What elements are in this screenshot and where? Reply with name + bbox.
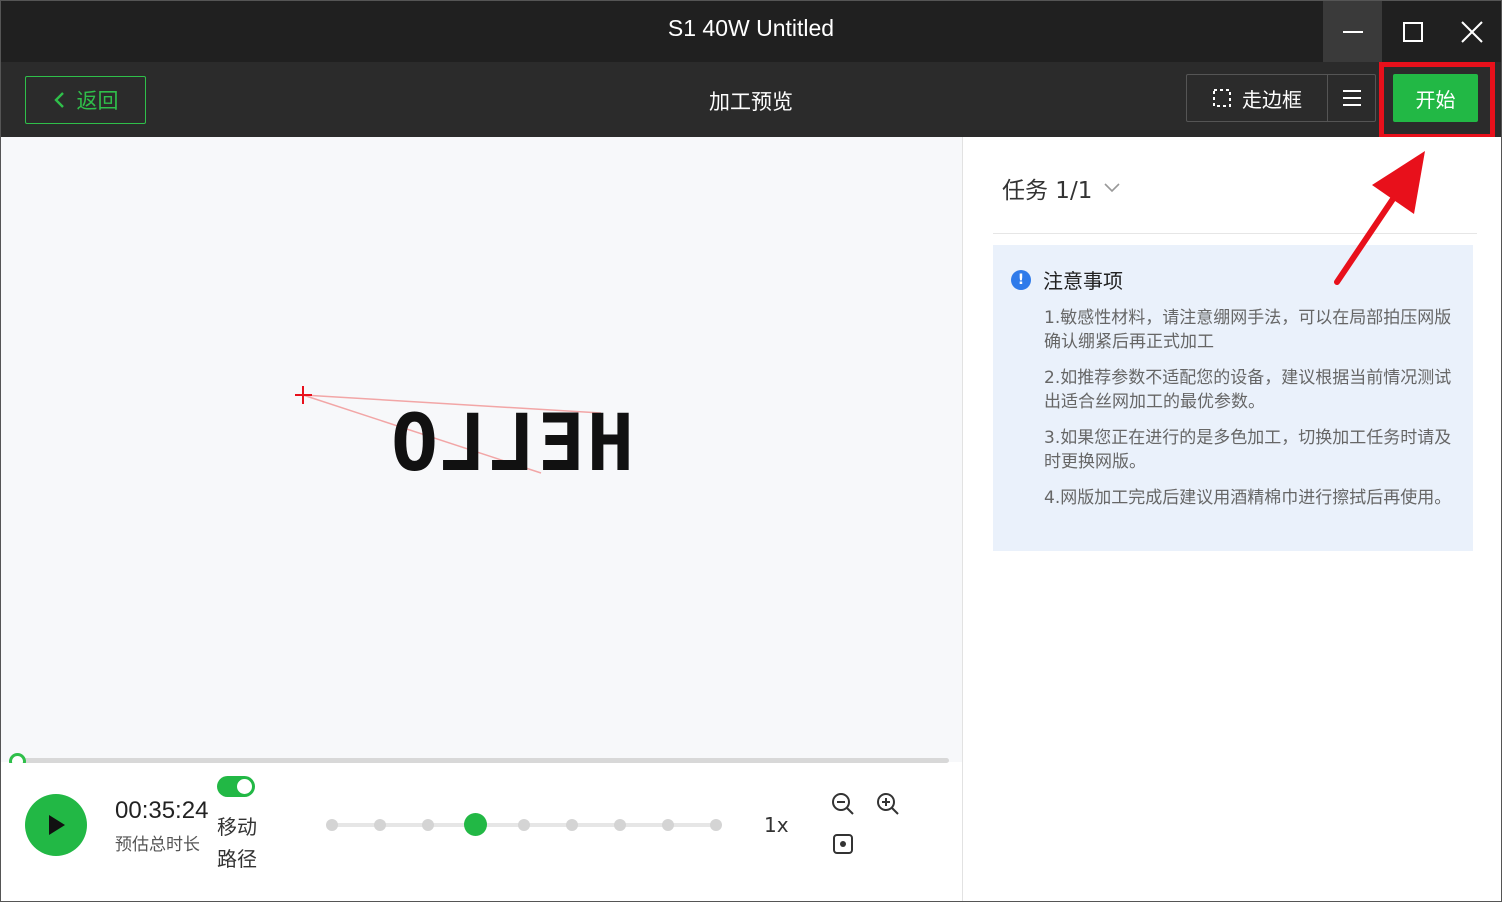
app-window: S1 40W Untitled 返回 加工预览 走边框 开始 HELLO 00:… xyxy=(0,0,1502,902)
annotation-arrow-icon xyxy=(1334,151,1425,285)
